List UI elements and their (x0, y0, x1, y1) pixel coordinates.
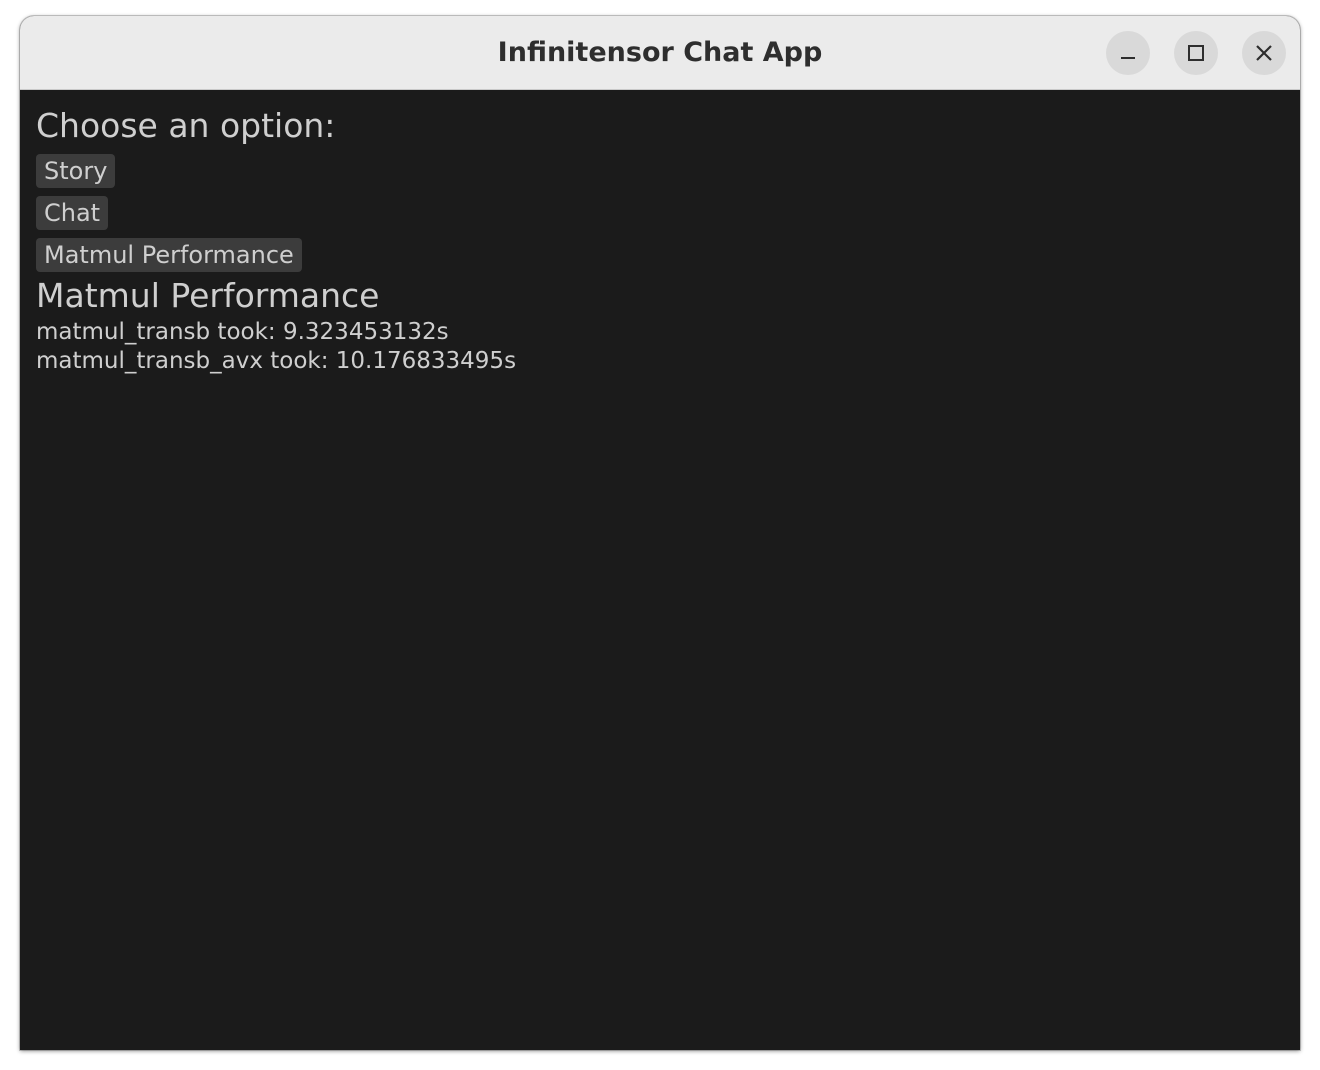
option-row-chat: Chat (36, 188, 1300, 230)
minimize-button[interactable] (1106, 31, 1150, 75)
maximize-icon (1188, 45, 1204, 61)
app-window: Infinitensor Chat App Choose an option: … (20, 16, 1300, 1050)
prompt-heading: Choose an option: (36, 106, 336, 145)
close-icon (1256, 45, 1272, 61)
result-line-transb: matmul_transb took: 9.323453132s (36, 319, 449, 345)
chat-button[interactable]: Chat (36, 196, 109, 230)
maximize-button[interactable] (1174, 31, 1218, 75)
option-row-story: Story (36, 146, 1300, 188)
close-button[interactable] (1242, 31, 1286, 75)
minimize-icon (1121, 57, 1135, 59)
result-line-transb-avx: matmul_transb_avx took: 10.176833495s (36, 348, 517, 374)
title-bar[interactable]: Infinitensor Chat App (20, 16, 1300, 90)
option-row-matmul: Matmul Performance (36, 230, 1300, 272)
main-content: Choose an option: Story Chat Matmul Perf… (20, 90, 1300, 1050)
result-title: Matmul Performance (36, 276, 380, 315)
matmul-performance-button[interactable]: Matmul Performance (36, 238, 302, 272)
story-button[interactable]: Story (36, 154, 116, 188)
